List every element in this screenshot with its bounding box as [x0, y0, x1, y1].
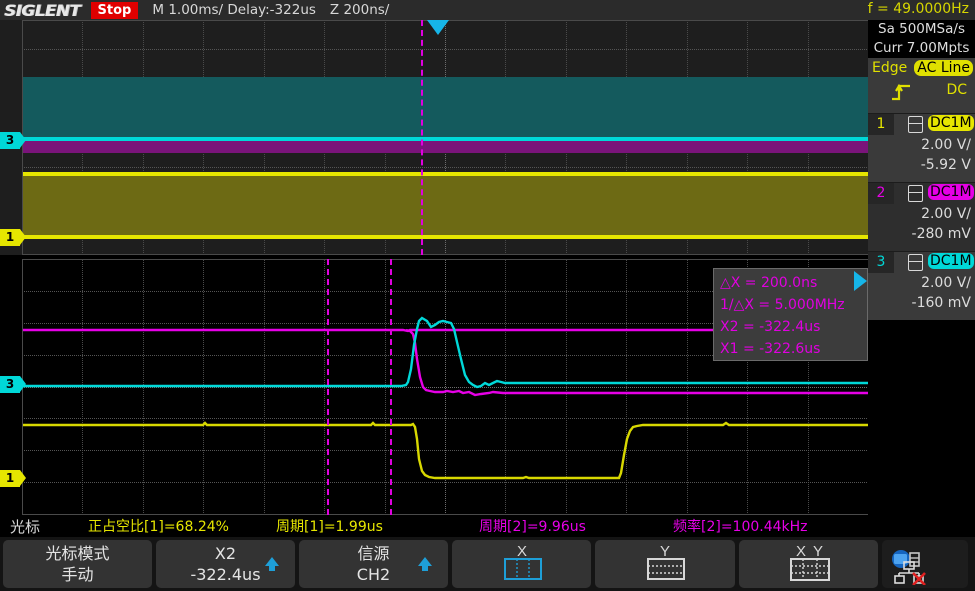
softkey-cursor-x2[interactable]: X2 -322.4us [156, 540, 295, 588]
softkey-cursor-mode-title: 光标模式 [45, 543, 109, 564]
softkey-cursor-source[interactable]: 信源 CH2 [299, 540, 448, 588]
ch1-trace-main-bottom [23, 235, 869, 239]
channel-3-volts-div: 2.00 V/ [921, 275, 971, 291]
trigger-position-line-main [421, 20, 423, 255]
cursor-readout-box[interactable]: △X = 200.0ns 1/△X = 5.000MHz X2 = -322.4… [713, 268, 868, 361]
ch1-rail-marker-zoom[interactable]: 1 [0, 470, 20, 487]
ch1-trace-main-top [23, 172, 869, 176]
ch1-persistence-band [23, 175, 869, 237]
channel-2-offset: -280 mV [912, 226, 971, 242]
xy-cursor-icon: X Y [774, 541, 844, 587]
cursor-x2-line[interactable] [390, 259, 392, 515]
ch1-rail-marker-main[interactable]: 1 [0, 229, 20, 246]
channel-3-number[interactable]: 3 [868, 252, 894, 273]
ch2-persistence-band [23, 141, 869, 153]
cursor-inv-delta-x: 1/△X = 5.000MHz [720, 294, 867, 316]
ch3-persistence-band [23, 77, 869, 139]
soft-key-bar: 光标模式 手动 X2 -322.4us 信源 CH2 X [0, 537, 975, 591]
channel-2-volts-div: 2.00 V/ [921, 206, 971, 222]
channel-1-number[interactable]: 1 [868, 114, 894, 135]
trigger-source-badge[interactable]: AC Line [914, 60, 973, 76]
svg-text:Y: Y [812, 543, 822, 560]
channel-3-offset: -160 mV [912, 295, 971, 311]
side-info-panel: Sa 500MSa/s Curr 7.00Mpts Edge AC Line D… [868, 20, 975, 515]
bandwidth-icon [908, 116, 923, 133]
siglent-logo: SIGLENT [4, 1, 80, 20]
svg-text:Y: Y [660, 543, 670, 560]
oscilloscope-screen: SIGLENT Stop M 1.00ms/ Delay:-322us Z 20… [0, 0, 975, 591]
sample-rate-readout: Sa 500MSa/s [868, 20, 975, 39]
measurement-item-0[interactable]: 正占空比[1]=68.24% [88, 516, 229, 536]
softkey-cursor-type-y[interactable]: Y [595, 540, 735, 588]
cursor-x1-line[interactable] [327, 259, 329, 515]
cursor-x1-value: X1 = -322.6us [720, 338, 867, 360]
run-state-badge[interactable]: Stop [91, 2, 139, 19]
x-cursor-icon: X [492, 541, 552, 587]
frequency-counter-readout: f = 49.0000Hz [868, 1, 969, 17]
channel-3-coupling[interactable]: DC1M [928, 253, 974, 269]
y-cursor-icon: Y [635, 541, 695, 587]
measurement-item-1[interactable]: 周期[1]=1.99us [276, 516, 383, 536]
bandwidth-icon [908, 185, 923, 202]
channel-1-offset: -5.92 V [921, 157, 971, 173]
lan-disconnected-icon[interactable] [894, 561, 930, 589]
main-timebase-pane[interactable]: 3 1 [0, 20, 869, 255]
measurement-bar-label: 光标 [10, 516, 40, 537]
channel-2-number[interactable]: 2 [868, 183, 894, 204]
cursor-x2-value: X2 = -322.4us [720, 316, 867, 338]
rising-edge-icon [890, 83, 912, 105]
softkey-cursor-mode[interactable]: 光标模式 手动 [3, 540, 152, 588]
measurement-item-3[interactable]: 频率[2]=100.44kHz [673, 516, 808, 536]
waveform-area[interactable]: 3 1 [0, 20, 869, 515]
measurement-item-2[interactable]: 周期[2]=9.96us [479, 516, 586, 536]
bandwidth-icon [908, 254, 923, 271]
cursor-delta-x: △X = 200.0ns [720, 272, 867, 294]
svg-text:X: X [795, 543, 805, 560]
measurement-bar: 光标 正占空比[1]=68.24% 周期[1]=1.99us 周期[2]=9.9… [0, 515, 975, 537]
cursor-box-expand-icon[interactable] [854, 271, 867, 291]
softkey-cursor-source-title: 信源 [357, 543, 389, 564]
channel-1-coupling[interactable]: DC1M [928, 115, 974, 131]
ch3-rail-marker-zoom[interactable]: 3 [0, 376, 20, 393]
trigger-info-panel[interactable]: Edge AC Line DC [868, 58, 975, 113]
status-icon-tray[interactable] [882, 540, 968, 588]
chevron-up-icon [265, 557, 279, 566]
channel-3-panel[interactable]: 3 DC1M 2.00 V/ -160 mV [868, 251, 975, 320]
trigger-level-marker[interactable] [427, 20, 449, 35]
channel-1-volts-div: 2.00 V/ [921, 137, 971, 153]
softkey-cursor-x2-title: X2 [215, 543, 236, 564]
softkey-cursor-mode-value: 手动 [61, 564, 93, 585]
memory-depth-readout: Curr 7.00Mpts [868, 39, 975, 58]
softkey-cursor-type-xy[interactable]: X Y [739, 540, 878, 588]
timebase-readout[interactable]: M 1.00ms/ Delay:-322us [152, 2, 316, 18]
zoom-timebase-readout[interactable]: Z 200ns/ [330, 2, 389, 18]
softkey-cursor-x2-value: -322.4us [190, 564, 260, 585]
trigger-type-label: Edge [872, 60, 907, 76]
chevron-up-icon [418, 557, 432, 566]
ch3-rail-marker-main[interactable]: 3 [0, 132, 20, 149]
channel-1-panel[interactable]: 1 DC1M 2.00 V/ -5.92 V [868, 113, 975, 182]
header-bar: SIGLENT Stop M 1.00ms/ Delay:-322us Z 20… [0, 0, 975, 20]
softkey-cursor-source-value: CH2 [357, 564, 390, 585]
channel-2-panel[interactable]: 2 DC1M 2.00 V/ -280 mV [868, 182, 975, 251]
trigger-coupling-label: DC [946, 82, 967, 98]
svg-text:X: X [516, 543, 526, 560]
softkey-cursor-type-x[interactable]: X [452, 540, 591, 588]
channel-2-coupling[interactable]: DC1M [928, 184, 974, 200]
